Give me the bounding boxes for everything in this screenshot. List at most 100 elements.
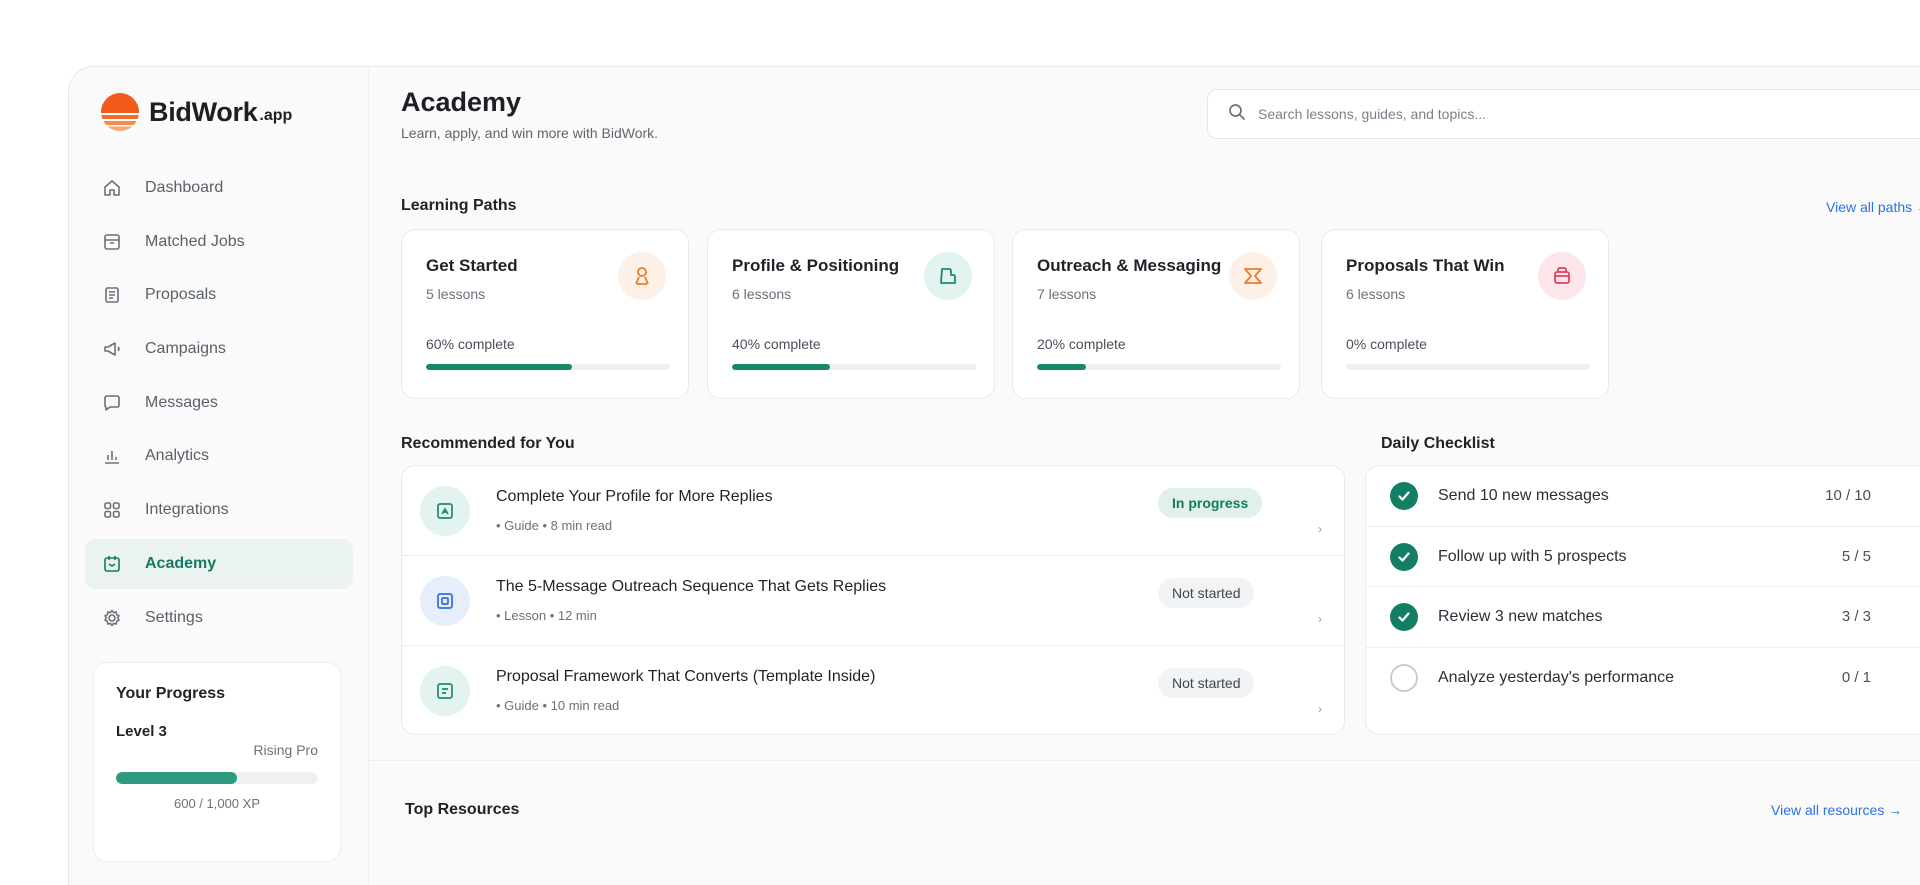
recommended-title-text: Complete Your Profile for More Replies <box>496 488 773 505</box>
xp-progress-bar <box>116 772 318 784</box>
sidebar-item-campaigns[interactable]: Campaigns <box>85 324 353 374</box>
profile-card-icon <box>924 252 972 300</box>
status-badge: Not started <box>1158 668 1255 698</box>
sidebar-item-proposals[interactable]: Proposals <box>85 270 353 320</box>
status-badge: In progress <box>1158 488 1263 518</box>
list-item[interactable]: The 5-Message Outreach Sequence That Get… <box>402 556 1344 646</box>
sidebar-item-label: Dashboard <box>145 179 224 196</box>
search-icon <box>1228 103 1246 126</box>
empty-circle-icon[interactable] <box>1390 663 1418 692</box>
view-all-paths-link[interactable]: View all paths → <box>1826 199 1920 215</box>
sidebar-item-dashboard[interactable]: Dashboard <box>85 163 353 213</box>
main-content: Academy Learn, apply, and win more with … <box>369 67 1920 885</box>
sidebar-item-academy[interactable]: Academy <box>85 538 353 589</box>
path-card-outreach-messaging[interactable]: Outreach & Messaging 7 lessons 20% compl… <box>1012 229 1300 399</box>
sidebar-item-messages[interactable]: Messages <box>85 378 353 428</box>
page-subtitle: Learn, apply, and win more with BidWork. <box>401 125 659 141</box>
check-circle-icon[interactable] <box>1390 482 1418 510</box>
path-card-proposals-that-win[interactable]: Proposals That Win 6 lessons 0% complete <box>1321 229 1609 399</box>
sidebar-item-label: Analytics <box>145 447 210 465</box>
list-item[interactable]: Proposal Framework That Converts (Templa… <box>402 646 1344 734</box>
checklist-count: 0 / 1 <box>1841 668 1871 686</box>
sidebar-item-label: Campaigns <box>145 340 226 358</box>
person-icon <box>618 252 666 300</box>
checklist-label: Send 10 new messages <box>1438 487 1609 504</box>
recommended-title: Recommended for You <box>401 435 575 452</box>
sidebar: BidWork .app Dashboard Matched Jobs Prop… <box>69 67 369 885</box>
path-progress-fill <box>1037 364 1086 370</box>
progress-title: Your Progress <box>116 685 226 702</box>
checklist-item[interactable]: Follow up with 5 prospects 5 / 5 <box>1366 527 1920 587</box>
brand-name: BidWork <box>149 96 258 127</box>
path-complete: 40% complete <box>732 336 821 352</box>
document-icon <box>101 284 123 306</box>
list-item[interactable]: Complete Your Profile for More Replies •… <box>402 466 1344 556</box>
top-resources-title: Top Resources <box>405 801 520 818</box>
path-complete: 60% complete <box>426 336 515 352</box>
trophy-icon <box>1538 252 1586 300</box>
sidebar-item-analytics[interactable]: Analytics <box>85 431 353 481</box>
progress-level: Level 3 <box>116 723 167 740</box>
status-badge: Not started <box>1158 578 1255 608</box>
sidebar-item-label: Proposals <box>145 286 217 304</box>
checklist-count: 10 / 10 <box>1825 487 1871 504</box>
recommended-meta: • Guide • 8 min read <box>496 518 613 533</box>
page-title: Academy <box>401 87 522 117</box>
sidebar-item-label: Matched Jobs <box>145 232 245 250</box>
sidebar-item-settings[interactable]: Settings <box>85 593 353 643</box>
gear-icon <box>101 607 123 629</box>
sidebar-item-label: Messages <box>145 393 218 411</box>
checklist-label: Follow up with 5 prospects <box>1438 547 1627 565</box>
xp-progress-fill <box>116 772 238 784</box>
megaphone-icon <box>101 338 123 360</box>
daily-checklist-title: Daily Checklist <box>1381 435 1495 452</box>
progress-rank: Rising Pro <box>253 742 318 758</box>
path-complete: 0% complete <box>1346 336 1427 352</box>
path-progress-bar <box>426 364 670 370</box>
recommended-list: Complete Your Profile for More Replies •… <box>401 465 1345 735</box>
sidebar-item-label: Settings <box>145 608 203 626</box>
bar-chart-icon <box>101 445 123 467</box>
checklist-label: Review 3 new matches <box>1438 608 1603 625</box>
home-icon <box>101 177 123 199</box>
recommended-title-text: The 5-Message Outreach Sequence That Get… <box>496 578 887 595</box>
sidebar-nav: Dashboard Matched Jobs Proposals Campaig… <box>85 163 353 646</box>
check-circle-icon[interactable] <box>1390 542 1418 571</box>
search-input[interactable] <box>1258 106 1858 122</box>
path-progress-bar <box>732 364 976 370</box>
grid-icon <box>101 499 123 521</box>
checklist-count: 3 / 3 <box>1841 608 1871 625</box>
checklist-item[interactable]: Review 3 new matches 3 / 3 <box>1366 587 1920 648</box>
learning-paths-row: Get Started 5 lessons 60% complete Profi… <box>401 229 1920 399</box>
guide-icon <box>420 486 470 536</box>
sidebar-item-matched-jobs[interactable]: Matched Jobs <box>85 217 353 267</box>
daily-checklist: Send 10 new messages 10 / 10 Follow up w… <box>1365 465 1920 735</box>
recommended-title-text: Proposal Framework That Converts (Templa… <box>496 668 876 685</box>
sidebar-item-label: Academy <box>145 554 217 572</box>
path-card-get-started[interactable]: Get Started 5 lessons 60% complete <box>401 229 689 399</box>
brand[interactable]: BidWork .app <box>101 93 292 131</box>
chevron-right-icon: › <box>1318 522 1322 536</box>
lesson-icon <box>420 576 470 626</box>
section-divider <box>369 760 1920 761</box>
path-card-profile-positioning[interactable]: Profile & Positioning 6 lessons 40% comp… <box>707 229 995 399</box>
app-frame: BidWork .app Dashboard Matched Jobs Prop… <box>68 66 1920 885</box>
learning-paths-title: Learning Paths <box>401 197 517 214</box>
sidebar-item-integrations[interactable]: Integrations <box>85 485 353 535</box>
search-box[interactable] <box>1207 89 1920 139</box>
checklist-label: Analyze yesterday's performance <box>1438 668 1675 686</box>
your-progress-card: Your Progress Level 3 Rising Pro 600 / 1… <box>93 662 341 862</box>
path-complete: 20% complete <box>1037 336 1126 352</box>
recommended-meta: • Lesson • 12 min <box>496 608 597 623</box>
checklist-item[interactable]: Send 10 new messages 10 / 10 <box>1366 466 1920 527</box>
template-icon <box>420 666 470 716</box>
chevron-right-icon: › <box>1318 702 1322 716</box>
check-circle-icon[interactable] <box>1390 603 1418 631</box>
chevron-right-icon: › <box>1318 612 1322 626</box>
checklist-item[interactable]: Analyze yesterday's performance 0 / 1 <box>1366 648 1920 709</box>
path-progress-bar <box>1037 364 1281 370</box>
send-icon <box>1229 252 1277 300</box>
checklist-count: 5 / 5 <box>1841 547 1871 565</box>
view-all-resources-link[interactable]: View all resources → <box>1771 802 1902 818</box>
brand-logo-icon <box>101 93 139 131</box>
